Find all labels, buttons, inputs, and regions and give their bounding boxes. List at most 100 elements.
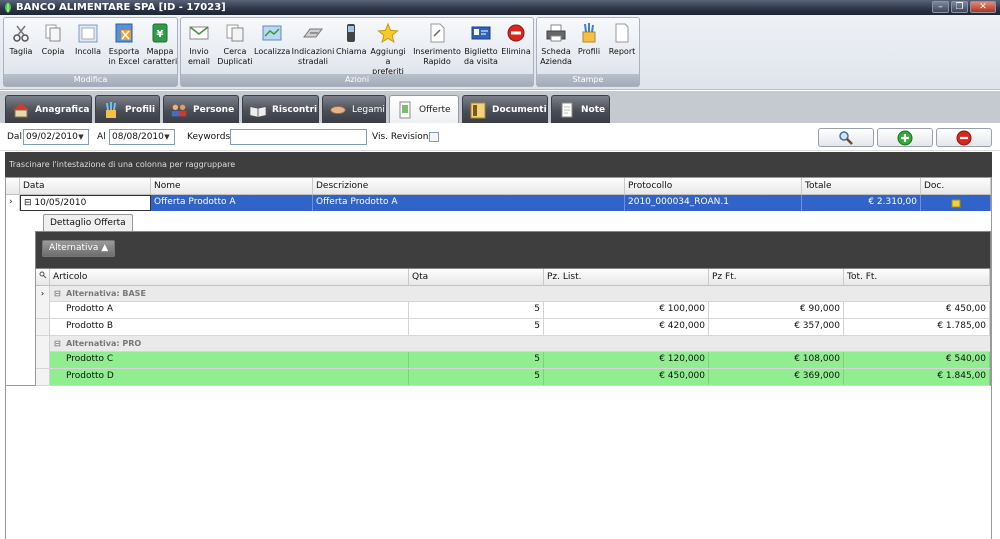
search-button[interactable]	[818, 128, 874, 147]
app-leaf-icon	[5, 2, 11, 13]
chevron-down-icon[interactable]: ▼	[75, 131, 87, 143]
minimize-button[interactable]: –	[932, 1, 949, 13]
invio-email-button[interactable]: Invio email	[184, 22, 214, 67]
group-row-pro[interactable]: ⊟ Alternativa: PRO	[36, 336, 990, 352]
tab-profili[interactable]: Profili	[95, 95, 160, 123]
aggiungi-preferiti-button[interactable]: Aggiungi a preferiti	[367, 22, 409, 77]
biglietto-visita-button[interactable]: Biglietto da visita	[463, 22, 499, 67]
email-icon	[189, 26, 209, 40]
column-header-descrizione[interactable]: Descrizione	[313, 178, 625, 195]
quick-insert-icon	[430, 23, 445, 43]
cell-qta: 5	[409, 369, 544, 385]
inserimento-rapido-button[interactable]: Inserimento Rapido	[412, 22, 462, 67]
column-header-nome[interactable]: Nome	[151, 178, 313, 195]
tab-anagrafica[interactable]: Anagrafica	[5, 95, 92, 123]
esporta-excel-button[interactable]: Esporta in Excel	[107, 22, 141, 67]
add-button[interactable]	[877, 128, 933, 147]
detail-grid: Articolo Qta Pz. List. Pz Ft. Tot. Ft. ›…	[35, 269, 991, 386]
tab-bar: Anagrafica Profili Persone Riscontri Leg…	[0, 91, 1000, 124]
column-header-pz-ft[interactable]: Pz Ft.	[709, 269, 844, 286]
row-pointer-icon: ›	[6, 195, 20, 211]
column-header-totale[interactable]: Totale	[802, 178, 921, 195]
row-indicator-header	[6, 178, 20, 195]
detail-group-by-panel: Alternativa ▲	[35, 231, 991, 269]
tab-offerte[interactable]: Offerte	[389, 95, 459, 124]
mappa-caratteri-button[interactable]: ¥ Mappa caratteri	[143, 22, 177, 67]
group-hint-text: Trascinare l'intestazione di una colonna…	[9, 160, 236, 169]
cerca-duplicati-button[interactable]: Cerca Duplicati	[217, 22, 253, 67]
indicazioni-stradali-button[interactable]: Indicazioni stradali	[291, 22, 335, 67]
window-title: BANCO ALIMENTARE SPA [ID - 17023]	[16, 2, 226, 13]
document-attachment-icon[interactable]	[951, 198, 961, 208]
row-cell-doc[interactable]	[921, 195, 991, 211]
row-cell-data[interactable]: ⊟ 10/05/2010	[20, 195, 151, 211]
profili-ribbon-label-1: Profili	[577, 47, 601, 56]
business-card-icon	[471, 26, 491, 40]
keywords-label: Keywords	[187, 132, 231, 142]
scheda-label-1: Scheda	[541, 47, 571, 56]
remove-button[interactable]	[936, 128, 992, 147]
folder-icon	[470, 102, 486, 118]
chiama-button[interactable]: Chiama	[336, 22, 366, 57]
chevron-down-icon[interactable]: ▼	[161, 131, 173, 143]
tab-riscontri[interactable]: Riscontri	[242, 95, 319, 123]
scheda-azienda-button[interactable]: Scheda Azienda	[539, 22, 573, 67]
scheda-label-2: Azienda	[540, 57, 572, 66]
cell-articolo: Prodotto B	[50, 319, 409, 335]
mappa-label-1: Mappa	[146, 47, 174, 56]
window-controls: – ❐ ✕	[932, 1, 996, 13]
column-header-doc[interactable]: Doc.	[921, 178, 991, 195]
group-row-base[interactable]: › ⊟ Alternativa: BASE	[36, 286, 990, 302]
tab-label: Legami	[352, 104, 385, 115]
tab-persone[interactable]: Persone	[163, 95, 239, 123]
tab-documenti[interactable]: Documenti	[462, 95, 548, 123]
column-header-data[interactable]: Data	[20, 178, 151, 195]
profili-ribbon-button[interactable]: Profili	[575, 22, 603, 57]
table-row[interactable]: › ⊟ 10/05/2010 Offerta Prodotto A Offert…	[6, 195, 991, 211]
cell-qta: 5	[409, 302, 544, 318]
title-bar: BANCO ALIMENTARE SPA [ID - 17023] – ❐ ✕	[0, 0, 1000, 15]
group-label-base: Alternativa: BASE	[66, 289, 146, 298]
keywords-input[interactable]	[230, 129, 367, 145]
cell-pz-ft: € 90,000	[709, 302, 844, 318]
revisioni-checkbox[interactable]	[429, 132, 439, 142]
mappa-label-2: caratteri	[143, 57, 178, 66]
cell-pz-ft: € 369,000	[709, 369, 844, 385]
collapse-icon[interactable]: ⊟	[24, 198, 32, 208]
cell-tot-ft: € 450,00	[844, 302, 990, 318]
cell-tot-ft: € 1.785,00	[844, 319, 990, 335]
detail-search-header[interactable]	[36, 269, 50, 286]
table-row[interactable]: Prodotto C 5 € 120,000 € 108,000 € 540,0…	[36, 352, 990, 369]
taglia-button[interactable]: Taglia	[8, 22, 34, 57]
map-icon	[262, 25, 282, 41]
tab-note[interactable]: Note	[551, 95, 610, 123]
column-header-tot-ft[interactable]: Tot. Ft.	[844, 269, 990, 286]
column-header-pz-list[interactable]: Pz. List.	[544, 269, 709, 286]
group-chip-alternativa[interactable]: Alternativa ▲	[42, 240, 116, 257]
group-by-panel[interactable]: Trascinare l'intestazione di una colonna…	[5, 152, 992, 177]
row-data-value: 10/05/2010	[34, 198, 87, 208]
esporta-label-1: Esporta	[108, 47, 140, 56]
copia-button[interactable]: Copia	[40, 22, 66, 57]
incolla-button[interactable]: Incolla	[73, 22, 103, 57]
expand-icon[interactable]: ⊟	[54, 286, 61, 301]
table-row[interactable]: Prodotto D 5 € 450,000 € 369,000 € 1.845…	[36, 369, 990, 386]
report-button[interactable]: Report	[607, 22, 637, 57]
tab-dettaglio-offerta[interactable]: Dettaglio Offerta	[43, 214, 133, 232]
column-header-articolo[interactable]: Articolo	[50, 269, 409, 286]
pencils-icon	[582, 23, 596, 43]
table-row[interactable]: Prodotto B 5 € 420,000 € 357,000 € 1.785…	[36, 319, 990, 336]
tab-legami[interactable]: Legami	[322, 95, 386, 123]
column-header-protocollo[interactable]: Protocollo	[625, 178, 802, 195]
elimina-ribbon-button[interactable]: Elimina	[501, 22, 531, 57]
close-button[interactable]: ✕	[970, 1, 996, 13]
expand-icon[interactable]: ⊟	[54, 336, 61, 351]
localizza-button[interactable]: Localizza	[254, 22, 290, 57]
dal-date-input[interactable]: 09/02/2010 ▼	[23, 129, 89, 145]
table-row[interactable]: Prodotto A 5 € 100,000 € 90,000 € 450,00	[36, 302, 990, 319]
al-date-input[interactable]: 08/08/2010 ▼	[109, 129, 175, 145]
localizza-label-1: Localizza	[254, 47, 291, 56]
maximize-button[interactable]: ❐	[951, 1, 968, 13]
cell-qta: 5	[409, 352, 544, 368]
column-header-qta[interactable]: Qta	[409, 269, 544, 286]
